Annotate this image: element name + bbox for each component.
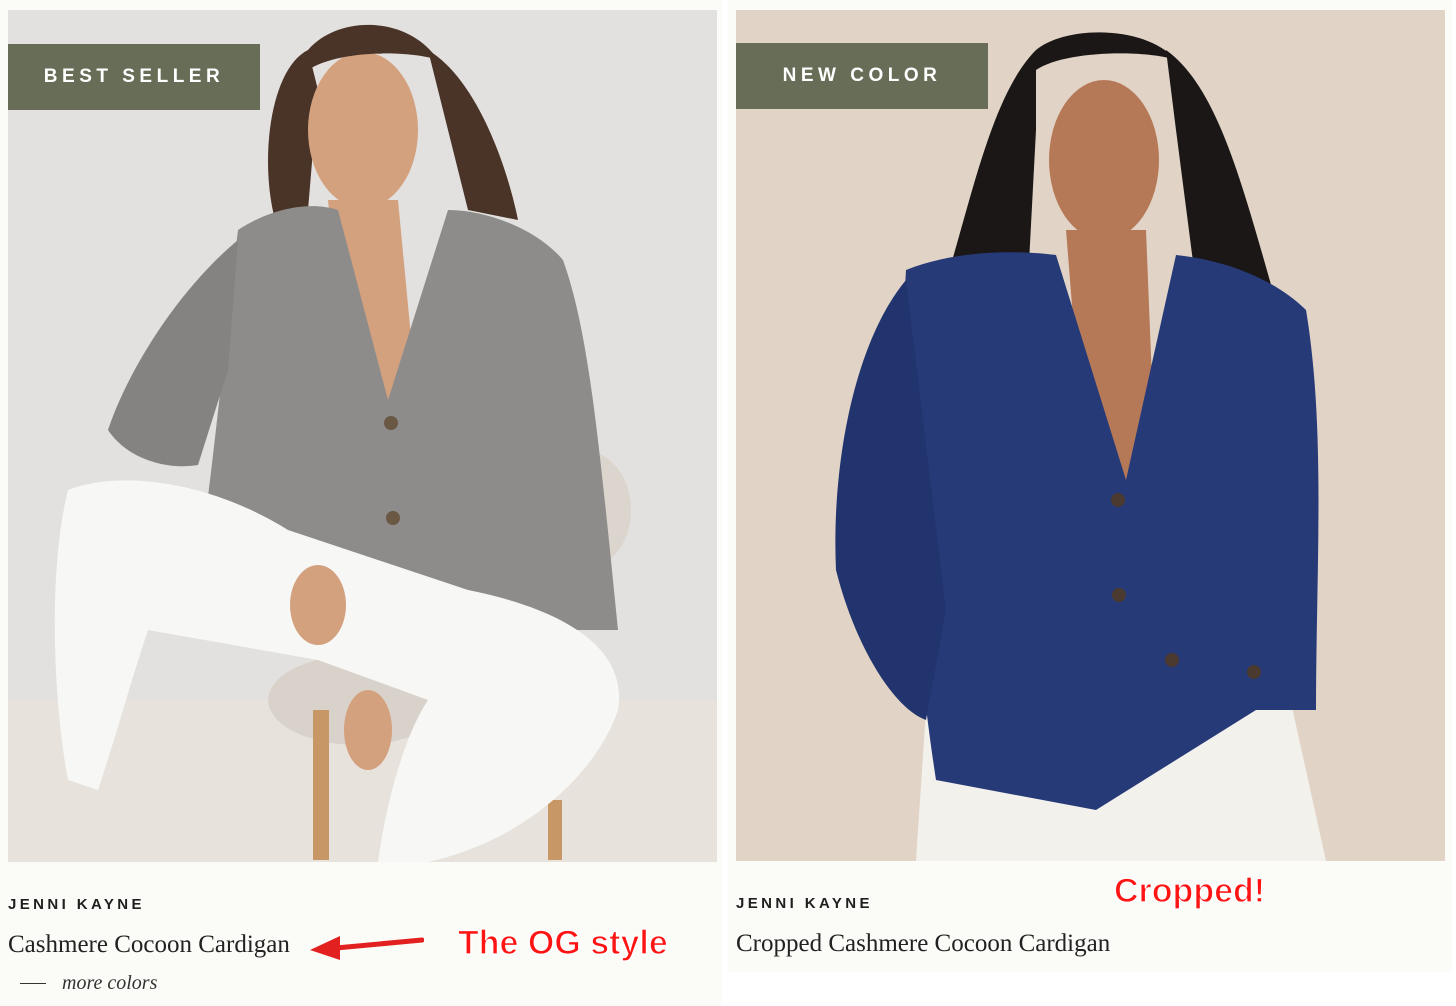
more-colors-label: more colors [62,972,158,994]
red-arrow-annotation [310,936,424,960]
product-card-cropped-cashmere-cocoon-cardigan[interactable]: NEW COLOR JENNI KAYNE Cropped Cashmere C… [728,0,1452,972]
product-card-cashmere-cocoon-cardigan[interactable]: BEST SELLER JENNI KAYNE Cashmere Cocoon … [0,0,722,1006]
product-title[interactable]: Cropped Cashmere Cocoon Cardigan [736,930,1110,958]
model-illustration [736,10,1445,861]
more-colors-link[interactable]: more colors [20,972,157,995]
new-color-badge: NEW COLOR [736,43,988,109]
brand-name: JENNI KAYNE [8,896,145,913]
model-illustration [8,10,717,862]
cropped-annotation: Cropped! [1113,871,1266,910]
product-image[interactable]: NEW COLOR [736,10,1445,861]
og-style-annotation: The OG style [457,923,668,962]
brand-name: JENNI KAYNE [736,895,873,912]
product-image[interactable]: BEST SELLER [8,10,717,862]
dash-divider [20,983,46,984]
best-seller-badge: BEST SELLER [8,44,260,110]
product-title[interactable]: Cashmere Cocoon Cardigan [8,931,290,959]
